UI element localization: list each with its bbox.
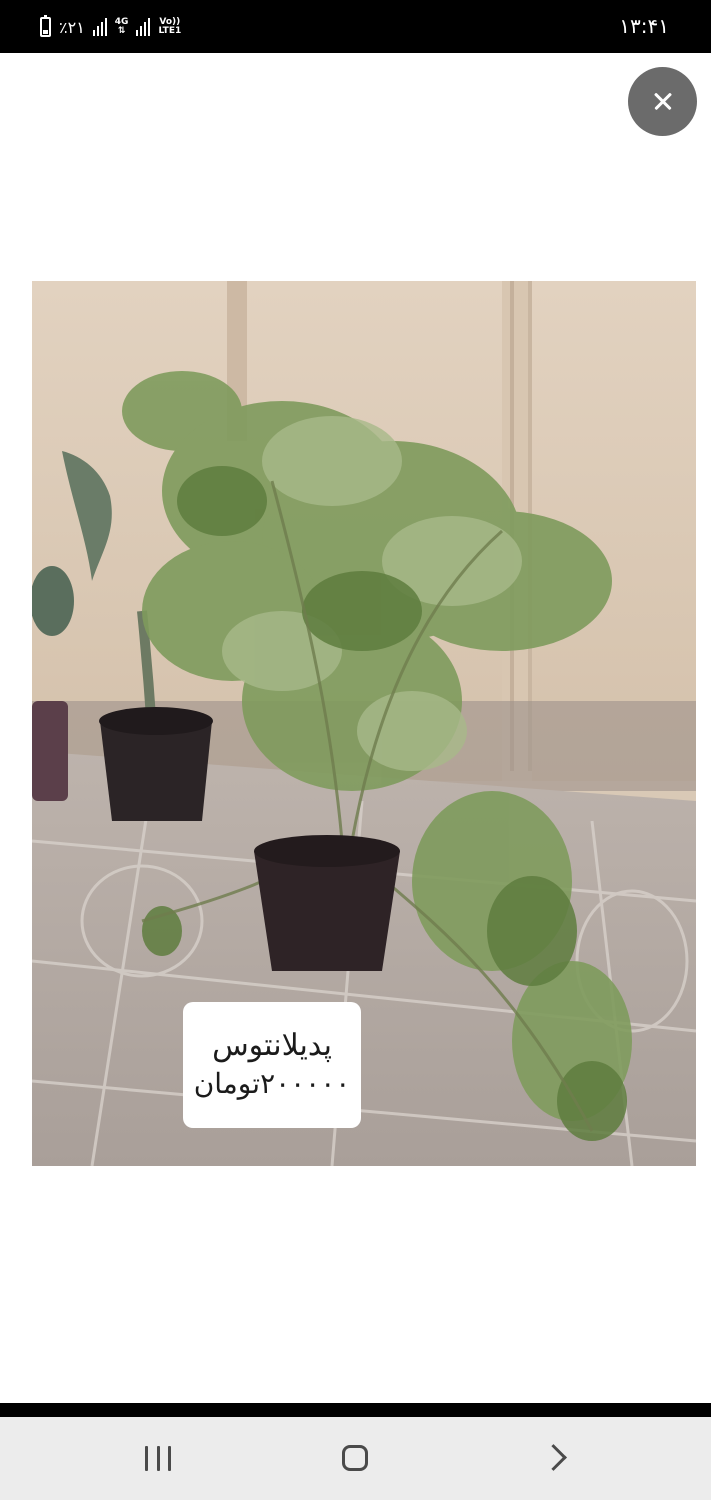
battery-icon	[40, 15, 51, 37]
home-button[interactable]	[296, 1417, 416, 1500]
close-button[interactable]	[628, 67, 697, 136]
navigation-bar	[0, 1417, 711, 1500]
status-bar: ٪۲۱ 4G ⇅ Vo)) LTE1 ۱۳:۴۱	[0, 0, 711, 53]
recent-apps-icon	[145, 1446, 171, 1471]
plant-price: ۲۰۰۰۰۰تومان	[193, 1067, 351, 1100]
battery-percent: ٪۲۱	[59, 17, 85, 37]
signal-icon-2	[136, 18, 151, 36]
status-indicators: ٪۲۱ 4G ⇅ Vo)) LTE1	[40, 12, 181, 42]
clock: ۱۳:۴۱	[619, 14, 669, 38]
plant-photo: پدیلانتوس ۲۰۰۰۰۰تومان	[32, 281, 696, 1166]
lte-label: LTE1	[158, 26, 182, 36]
back-button[interactable]	[494, 1417, 614, 1500]
signal-icon	[92, 18, 107, 36]
price-tag: پدیلانتوس ۲۰۰۰۰۰تومان	[183, 1002, 361, 1128]
plant-photo-image	[32, 281, 696, 1166]
volte-indicator: Vo)) LTE1	[158, 18, 181, 36]
back-icon	[540, 1444, 567, 1471]
data-arrows-icon: ⇅	[117, 26, 126, 36]
recent-apps-button[interactable]	[97, 1417, 217, 1500]
network-type: 4G ⇅	[115, 18, 129, 36]
plant-name: پدیلانتوس	[212, 1028, 332, 1063]
home-icon	[342, 1445, 368, 1471]
divider	[0, 1403, 711, 1417]
